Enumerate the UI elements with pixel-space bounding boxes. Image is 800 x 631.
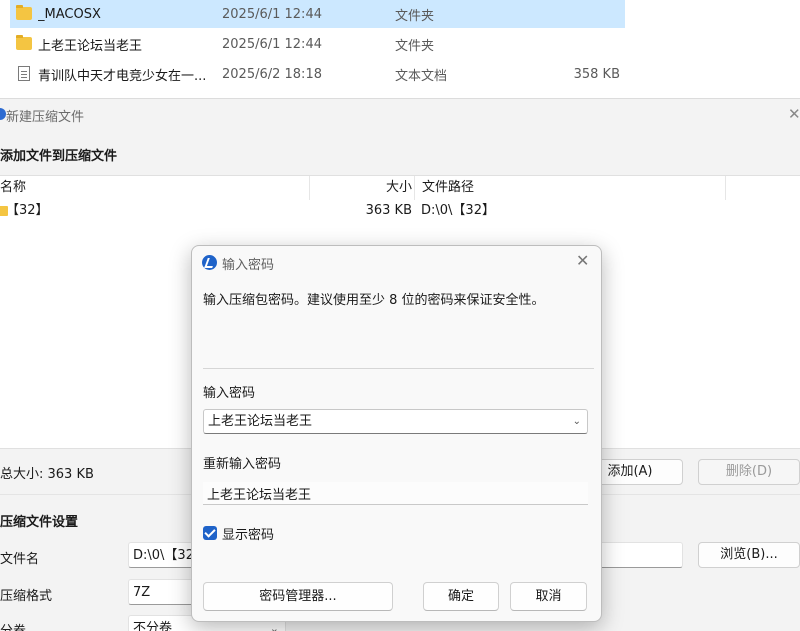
chevron-down-icon[interactable]: ⌄ bbox=[573, 410, 581, 433]
file-explorer-list: _MACOSX 2025/6/1 12:44 文件夹 上老王论坛当老王 2025… bbox=[0, 0, 800, 96]
folder-icon bbox=[16, 5, 32, 20]
dialog-message: 输入压缩包密码。建议使用至少 8 位的密码来保证安全性。 bbox=[203, 293, 545, 308]
column-header-size[interactable]: 大小 bbox=[310, 176, 414, 200]
file-row-macosx[interactable]: _MACOSX 2025/6/1 12:44 文件夹 bbox=[10, 0, 625, 28]
file-type: 文件夹 bbox=[395, 8, 435, 24]
confirm-password-label: 重新输入密码 bbox=[203, 457, 282, 472]
show-password-label[interactable]: 显示密码 bbox=[222, 524, 274, 543]
format-value: 7Z bbox=[133, 585, 151, 600]
filename-label: 文件名 bbox=[0, 552, 40, 567]
split-label: 分卷 bbox=[0, 620, 26, 631]
dialog-title: 输入密码 bbox=[222, 258, 275, 273]
file-date: 2025/6/1 12:44 bbox=[222, 6, 322, 22]
file-name: 青训队中天才电竞少女在一... bbox=[38, 68, 207, 84]
ok-button[interactable]: 确定 bbox=[423, 582, 499, 611]
file-type: 文件夹 bbox=[395, 38, 435, 54]
list-item-size: 363 KB bbox=[365, 203, 412, 218]
show-password-checkbox[interactable] bbox=[203, 526, 217, 540]
document-icon bbox=[18, 66, 30, 81]
delete-button[interactable]: 删除(D) bbox=[698, 459, 800, 485]
close-icon[interactable]: ✕ bbox=[576, 251, 589, 270]
file-name: _MACOSX bbox=[38, 6, 101, 22]
format-label: 压缩格式 bbox=[0, 589, 53, 604]
close-icon[interactable]: ✕ bbox=[788, 105, 800, 123]
list-item-name[interactable]: 【32】 bbox=[6, 200, 49, 222]
column-header-path[interactable]: 文件路径 bbox=[414, 176, 726, 200]
password-dialog: 输入密码 ✕ 输入压缩包密码。建议使用至少 8 位的密码来保证安全性。 输入密码… bbox=[191, 245, 602, 622]
file-date: 2025/6/2 18:18 bbox=[222, 66, 322, 82]
file-name: 上老王论坛当老王 bbox=[38, 38, 143, 54]
password-label: 输入密码 bbox=[203, 386, 256, 401]
confirm-password-input[interactable] bbox=[203, 482, 588, 505]
file-size: 358 KB bbox=[573, 66, 620, 82]
password-manager-button[interactable]: 密码管理器... bbox=[203, 582, 393, 611]
window-title: 新建压缩文件 bbox=[6, 110, 85, 125]
list-item-path: D:\0\【32】 bbox=[421, 203, 495, 218]
total-size-label: 总大小: 363 KB bbox=[0, 467, 94, 482]
file-row-folder[interactable]: 上老王论坛当老王 2025/6/1 12:44 文件夹 bbox=[10, 30, 625, 58]
file-date: 2025/6/1 12:44 bbox=[222, 36, 322, 52]
password-combobox[interactable]: 上老王论坛当老王 ⌄ bbox=[203, 409, 588, 434]
file-type: 文本文档 bbox=[395, 68, 448, 84]
file-row-text-document[interactable]: 青训队中天才电竞少女在一... 2025/6/2 18:18 文本文档 358 … bbox=[10, 60, 625, 88]
folder-icon bbox=[16, 35, 32, 50]
column-header-name[interactable]: 名称 bbox=[0, 176, 310, 200]
divider bbox=[203, 368, 594, 369]
window-titlebar: 新建压缩文件 ✕ bbox=[0, 99, 800, 129]
split-value: 不分卷 bbox=[133, 621, 173, 631]
cancel-button[interactable]: 取消 bbox=[510, 582, 587, 611]
browse-button[interactable]: 浏览(B)... bbox=[698, 542, 800, 568]
password-value: 上老王论坛当老王 bbox=[208, 414, 313, 429]
settings-heading: 压缩文件设置 bbox=[0, 515, 79, 530]
section-heading: 添加文件到压缩文件 bbox=[0, 149, 118, 164]
app-logo-icon bbox=[202, 255, 217, 270]
